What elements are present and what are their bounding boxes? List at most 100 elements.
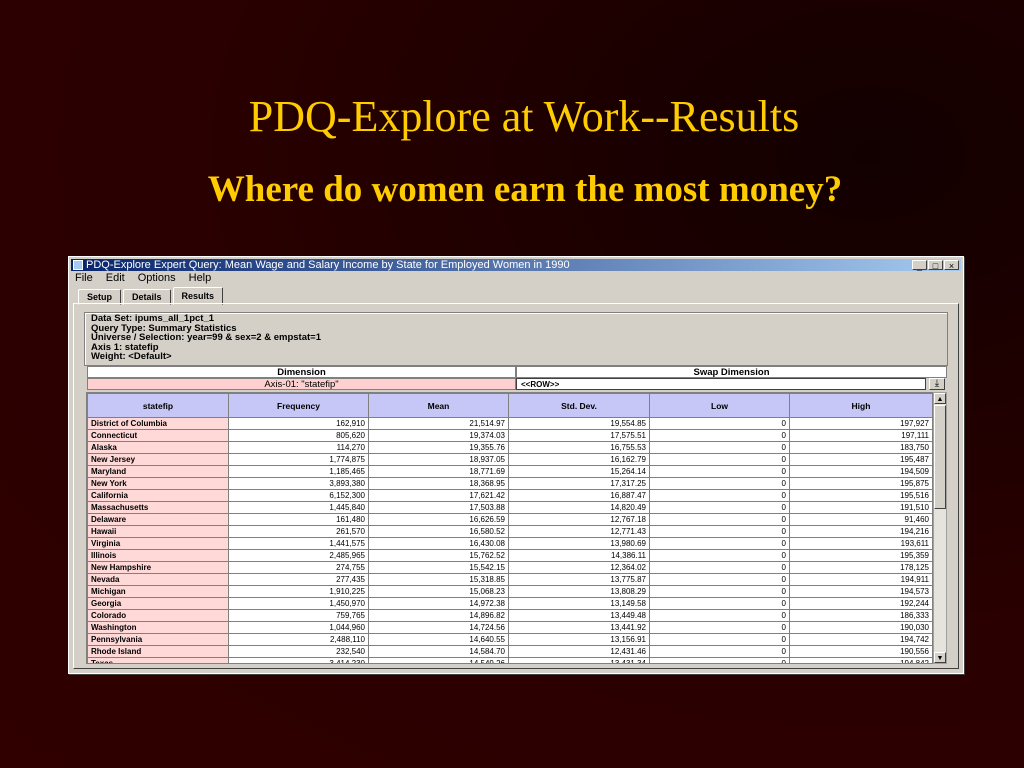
axis-value[interactable]: Axis-01: "statefip" bbox=[87, 378, 516, 390]
value-cell[interactable]: 14,386.11 bbox=[508, 549, 650, 562]
maximize-button[interactable]: □ bbox=[928, 260, 943, 271]
value-cell[interactable]: 14,724.56 bbox=[368, 621, 509, 634]
value-cell[interactable]: 12,767.18 bbox=[508, 513, 650, 526]
value-cell[interactable]: 114,270 bbox=[228, 441, 369, 454]
value-cell[interactable]: 14,972.38 bbox=[368, 597, 509, 610]
row-label-cell[interactable]: Nevada bbox=[87, 573, 229, 586]
value-cell[interactable]: 12,431.46 bbox=[508, 645, 650, 658]
value-cell[interactable]: 2,488,110 bbox=[228, 633, 369, 646]
value-cell[interactable]: 1,185,465 bbox=[228, 465, 369, 478]
value-cell[interactable]: 197,111 bbox=[789, 429, 932, 442]
table-row[interactable]: Georgia 1,450,970 14,972.38 13,149.58 0 192,2… bbox=[87, 597, 932, 610]
value-cell[interactable]: 192,244 bbox=[789, 597, 932, 610]
value-cell[interactable]: 0 bbox=[649, 453, 790, 466]
table-row[interactable]: Rhode Island 232,540 14,584.70 12,431.46 0 19… bbox=[87, 645, 932, 658]
value-cell[interactable]: 1,910,225 bbox=[228, 585, 369, 598]
value-cell[interactable]: 16,162.79 bbox=[508, 453, 650, 466]
value-cell[interactable]: 178,125 bbox=[789, 561, 932, 574]
value-cell[interactable]: 12,364.02 bbox=[508, 561, 650, 574]
value-cell[interactable]: 0 bbox=[649, 429, 790, 442]
value-cell[interactable]: 3,414,230 bbox=[228, 657, 369, 663]
value-cell[interactable]: 15,542.15 bbox=[368, 561, 509, 574]
menu-help[interactable]: Help bbox=[189, 271, 212, 285]
column-header-statefip[interactable]: statefip bbox=[87, 393, 229, 418]
value-cell[interactable]: 17,317.25 bbox=[508, 477, 650, 490]
value-cell[interactable]: 13,775.87 bbox=[508, 573, 650, 586]
scroll-up-button[interactable]: ▲ bbox=[934, 393, 946, 404]
value-cell[interactable]: 18,368.95 bbox=[368, 477, 509, 490]
value-cell[interactable]: 161,480 bbox=[228, 513, 369, 526]
value-cell[interactable]: 13,808.29 bbox=[508, 585, 650, 598]
value-cell[interactable]: 15,762.52 bbox=[368, 549, 509, 562]
value-cell[interactable]: 0 bbox=[649, 645, 790, 658]
value-cell[interactable]: 186,333 bbox=[789, 609, 932, 622]
value-cell[interactable]: 0 bbox=[649, 633, 790, 646]
value-cell[interactable]: 2,485,965 bbox=[228, 549, 369, 562]
value-cell[interactable]: 0 bbox=[649, 417, 790, 430]
column-header-mean[interactable]: Mean bbox=[368, 393, 509, 418]
row-label-cell[interactable]: Pennsylvania bbox=[87, 633, 229, 646]
value-cell[interactable]: 16,755.53 bbox=[508, 441, 650, 454]
value-cell[interactable]: 1,445,840 bbox=[228, 501, 369, 514]
value-cell[interactable]: 274,755 bbox=[228, 561, 369, 574]
value-cell[interactable]: 197,927 bbox=[789, 417, 932, 430]
minimize-button[interactable]: _ bbox=[912, 260, 927, 271]
table-row[interactable]: New York 3,893,380 18,368.95 17,317.25 0 195,… bbox=[87, 477, 932, 490]
value-cell[interactable]: 162,910 bbox=[228, 417, 369, 430]
table-row[interactable]: Alaska 114,270 19,355.76 16,755.53 0 183,750 bbox=[87, 441, 932, 454]
value-cell[interactable]: 16,580.52 bbox=[368, 525, 509, 538]
swap-dimension-field[interactable]: <<ROW>> bbox=[516, 378, 926, 390]
value-cell[interactable]: 0 bbox=[649, 621, 790, 634]
value-cell[interactable]: 194,911 bbox=[789, 573, 932, 586]
download-icon[interactable]: ⤓ bbox=[929, 378, 945, 390]
value-cell[interactable]: 277,435 bbox=[228, 573, 369, 586]
value-cell[interactable]: 232,540 bbox=[228, 645, 369, 658]
row-label-cell[interactable]: Rhode Island bbox=[87, 645, 229, 658]
column-header-high[interactable]: High bbox=[789, 393, 932, 418]
value-cell[interactable]: 1,441,575 bbox=[228, 537, 369, 550]
table-row[interactable]: Connecticut 805,620 19,374.03 17,575.51 0 197… bbox=[87, 429, 932, 442]
value-cell[interactable]: 0 bbox=[649, 609, 790, 622]
value-cell[interactable]: 13,431.34 bbox=[508, 657, 650, 663]
value-cell[interactable]: 14,584.70 bbox=[368, 645, 509, 658]
table-row[interactable]: Colorado 759,765 14,896.82 13,449.48 0 186,33… bbox=[87, 609, 932, 622]
value-cell[interactable]: 191,510 bbox=[789, 501, 932, 514]
value-cell[interactable]: 0 bbox=[649, 573, 790, 586]
value-cell[interactable]: 190,556 bbox=[789, 645, 932, 658]
row-label-cell[interactable]: Michigan bbox=[87, 585, 229, 598]
value-cell[interactable]: 195,875 bbox=[789, 477, 932, 490]
value-cell[interactable]: 194,742 bbox=[789, 633, 932, 646]
row-label-cell[interactable]: New York bbox=[87, 477, 229, 490]
value-cell[interactable]: 16,887.47 bbox=[508, 489, 650, 502]
row-label-cell[interactable]: Georgia bbox=[87, 597, 229, 610]
value-cell[interactable]: 0 bbox=[649, 537, 790, 550]
value-cell[interactable]: 15,068.23 bbox=[368, 585, 509, 598]
value-cell[interactable]: 0 bbox=[649, 513, 790, 526]
value-cell[interactable]: 195,516 bbox=[789, 489, 932, 502]
value-cell[interactable]: 0 bbox=[649, 549, 790, 562]
value-cell[interactable]: 13,441.92 bbox=[508, 621, 650, 634]
value-cell[interactable]: 0 bbox=[649, 489, 790, 502]
value-cell[interactable]: 193,611 bbox=[789, 537, 932, 550]
row-label-cell[interactable]: Hawaii bbox=[87, 525, 229, 538]
value-cell[interactable]: 195,487 bbox=[789, 453, 932, 466]
column-header-std-dev[interactable]: Std. Dev. bbox=[508, 393, 650, 418]
value-cell[interactable]: 0 bbox=[649, 465, 790, 478]
table-row[interactable]: Washington 1,044,960 14,724.56 13,441.92 0 19… bbox=[87, 621, 932, 634]
window-titlebar[interactable]: PDQ-Explore Expert Query: Mean Wage and … bbox=[71, 259, 961, 271]
value-cell[interactable]: 194,573 bbox=[789, 585, 932, 598]
value-cell[interactable]: 12,771.43 bbox=[508, 525, 650, 538]
value-cell[interactable]: 759,765 bbox=[228, 609, 369, 622]
row-label-cell[interactable]: Washington bbox=[87, 621, 229, 634]
value-cell[interactable]: 0 bbox=[649, 501, 790, 514]
value-cell[interactable]: 17,621.42 bbox=[368, 489, 509, 502]
value-cell[interactable]: 14,896.82 bbox=[368, 609, 509, 622]
row-label-cell[interactable]: New Hampshire bbox=[87, 561, 229, 574]
table-row[interactable]: Virginia 1,441,575 16,430.08 13,980.69 0 193,… bbox=[87, 537, 932, 550]
row-label-cell[interactable]: Texas bbox=[87, 657, 229, 663]
value-cell[interactable]: 16,430.08 bbox=[368, 537, 509, 550]
table-row[interactable]: Nevada 277,435 15,318.85 13,775.87 0 194,911 bbox=[87, 573, 932, 586]
value-cell[interactable]: 13,449.48 bbox=[508, 609, 650, 622]
value-cell[interactable]: 1,774,875 bbox=[228, 453, 369, 466]
row-label-cell[interactable]: California bbox=[87, 489, 229, 502]
